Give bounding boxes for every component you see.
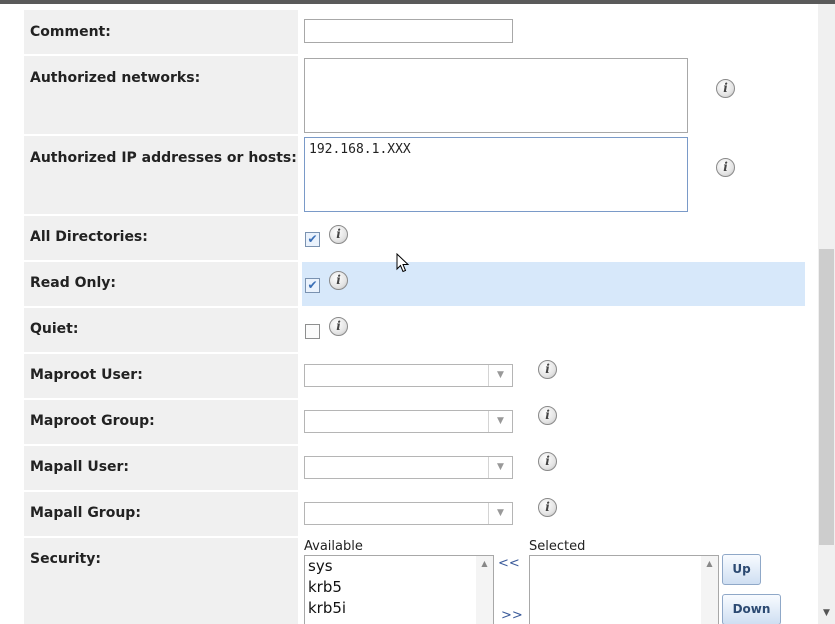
mapall-group-label: Mapall Group: — [24, 492, 298, 536]
maproot-user-row: Maproot User: ▼ i — [24, 354, 805, 398]
all-directories-checkbox[interactable]: ✔ — [305, 232, 320, 247]
down-button[interactable]: Down — [722, 594, 781, 624]
authorized-networks-row: Authorized networks: i — [24, 56, 805, 134]
list-item[interactable]: sys — [305, 556, 493, 577]
security-row: Security: Available sys krb5 krb5i ▲ << … — [24, 538, 805, 624]
maproot-group-label: Maproot Group: — [24, 400, 298, 444]
read-only-field-highlight: ✔ i — [302, 262, 805, 306]
selected-listbox[interactable]: ▲ — [529, 555, 719, 624]
selected-scrollbar[interactable]: ▲ — [701, 556, 718, 624]
maproot-group-select[interactable]: ▼ — [304, 410, 513, 433]
maproot-group-row: Maproot Group: ▼ i — [24, 400, 805, 444]
available-caption: Available — [304, 539, 363, 554]
read-only-info-icon[interactable]: i — [329, 271, 348, 290]
list-item[interactable]: krb5 — [305, 577, 493, 598]
remove-button[interactable]: << — [498, 556, 520, 571]
up-button[interactable]: Up — [722, 554, 761, 585]
authorized-hosts-label: Authorized IP addresses or hosts: — [24, 136, 298, 214]
nfs-share-form: Comment: Authorized networks: i Authoriz… — [0, 4, 818, 624]
all-directories-row: All Directories: ✔ i — [24, 216, 805, 260]
chevron-down-icon[interactable]: ▼ — [488, 365, 512, 386]
maproot-group-info-icon[interactable]: i — [538, 406, 557, 425]
security-label: Security: — [24, 538, 298, 624]
mapall-user-info-icon[interactable]: i — [538, 452, 557, 471]
authorized-networks-info-icon[interactable]: i — [716, 79, 735, 98]
authorized-hosts-textarea[interactable]: 192.168.1.XXX — [304, 137, 688, 212]
quiet-row: Quiet: i — [24, 308, 805, 352]
chevron-down-icon[interactable]: ▼ — [488, 411, 512, 432]
quiet-checkbox[interactable] — [305, 324, 320, 339]
chevron-down-icon[interactable]: ▼ — [488, 457, 512, 478]
authorized-hosts-info-icon[interactable]: i — [716, 158, 735, 177]
available-listbox[interactable]: sys krb5 krb5i ▲ — [304, 555, 494, 624]
available-scrollbar[interactable]: ▲ — [476, 556, 493, 624]
maproot-user-select[interactable]: ▼ — [304, 364, 513, 387]
mapall-user-select[interactable]: ▼ — [304, 456, 513, 479]
read-only-label: Read Only: — [24, 262, 298, 306]
mapall-user-label: Mapall User: — [24, 446, 298, 490]
read-only-row: Read Only: ✔ i — [24, 262, 805, 306]
page-scrollbar[interactable]: ▼ — [818, 4, 835, 624]
authorized-hosts-row: Authorized IP addresses or hosts: 192.16… — [24, 136, 805, 214]
authorized-networks-label: Authorized networks: — [24, 56, 298, 134]
scroll-down-icon[interactable]: ▼ — [818, 608, 835, 618]
read-only-checkbox[interactable]: ✔ — [305, 278, 320, 293]
add-button[interactable]: >> — [501, 608, 523, 623]
chevron-down-icon[interactable]: ▼ — [488, 503, 512, 524]
maproot-user-info-icon[interactable]: i — [538, 360, 557, 379]
mapall-user-row: Mapall User: ▼ i — [24, 446, 805, 490]
quiet-label: Quiet: — [24, 308, 298, 352]
authorized-networks-textarea[interactable] — [304, 58, 688, 133]
comment-label: Comment: — [24, 10, 298, 54]
all-directories-label: All Directories: — [24, 216, 298, 260]
scroll-up-icon[interactable]: ▲ — [701, 559, 718, 568]
comment-row: Comment: — [24, 10, 805, 54]
mapall-group-info-icon[interactable]: i — [538, 498, 557, 517]
mapall-group-row: Mapall Group: ▼ i — [24, 492, 805, 536]
mouse-cursor-icon — [396, 253, 410, 273]
list-item[interactable]: krb5i — [305, 598, 493, 619]
scrollbar-thumb[interactable] — [819, 249, 834, 545]
maproot-user-label: Maproot User: — [24, 354, 298, 398]
mapall-group-select[interactable]: ▼ — [304, 502, 513, 525]
quiet-info-icon[interactable]: i — [329, 317, 348, 336]
scroll-up-icon[interactable]: ▲ — [476, 559, 493, 568]
all-directories-info-icon[interactable]: i — [329, 225, 348, 244]
selected-caption: Selected — [529, 539, 586, 554]
comment-input[interactable] — [304, 19, 513, 43]
